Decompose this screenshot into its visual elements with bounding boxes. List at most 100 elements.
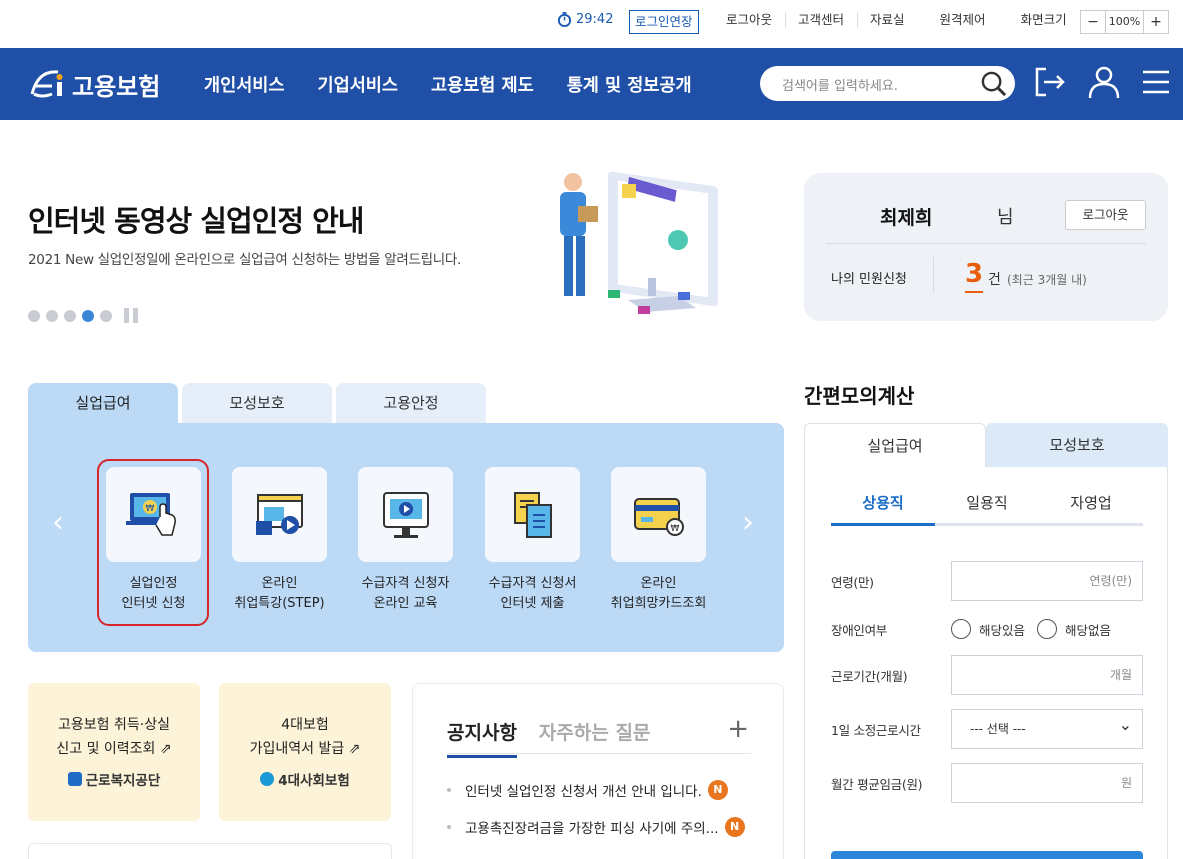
count-underline <box>965 291 983 293</box>
wage-row: 월간 평균임금(원) 원 <box>831 763 1143 803</box>
resources-link[interactable]: 자료실 <box>857 12 918 28</box>
age-input[interactable]: 연령(만) <box>951 561 1143 601</box>
pause-button[interactable] <box>124 308 138 323</box>
nav-statistics[interactable]: 통계 및 정보공개 <box>567 72 692 97</box>
search-icon[interactable] <box>980 70 1007 97</box>
disability-no-radio[interactable]: 해당없음 <box>1037 619 1111 639</box>
wage-input[interactable]: 원 <box>951 763 1143 803</box>
nav-personal[interactable]: 개인서비스 <box>204 72 285 97</box>
extend-login-button[interactable]: 로그인연장 <box>629 10 699 34</box>
calculator-title: 간편모의계산 <box>804 384 915 408</box>
logout-icon[interactable] <box>1032 64 1068 100</box>
search-input[interactable]: 검색어를 입력하세요. <box>782 75 898 94</box>
hours-label: 1일 소정근로시간 <box>831 722 921 738</box>
card-line2: 신고 및 이력조회 <box>56 741 156 757</box>
service-tabs: 실업급여 모성보호 고용안정 <box>28 383 486 423</box>
request-count[interactable]: 3 <box>965 259 983 289</box>
service-item-application-submit[interactable]: 수급자격 신청서 인터넷 제출 <box>485 467 580 614</box>
service-item-hope-card[interactable]: ₩ 온라인 취업희망카드조회 <box>611 467 706 614</box>
zoom-out-button[interactable]: − <box>1081 11 1105 33</box>
service-label: 온라인 <box>640 576 677 591</box>
video-lecture-icon <box>255 493 303 535</box>
menu-icon[interactable] <box>1138 64 1174 100</box>
logout-link[interactable]: 로그아웃 <box>714 12 785 28</box>
new-badge: N <box>707 780 728 800</box>
calculator-tabs: 실업급여 모성보호 <box>804 423 1168 468</box>
notice-text: 고용촉진장려금을 가장한 피싱 사기에 주의... <box>465 821 719 837</box>
pause-icon <box>124 308 129 323</box>
slide-dot[interactable] <box>46 309 58 322</box>
four-insurance-card[interactable]: 4대보험 가입내역서 발급 ⇗ 4대사회보험 <box>219 683 391 821</box>
wage-label: 월간 평균임금(원) <box>831 776 923 792</box>
notice-list: 인터넷 실업인정 신청서 개선 안내 입니다. N 고용촉진장려금을 가장한 피싱… <box>447 780 751 854</box>
subtab-regular[interactable]: 상용직 <box>831 492 935 526</box>
subtab-daily[interactable]: 일용직 <box>935 492 1039 523</box>
user-icon[interactable] <box>1086 64 1122 100</box>
age-label: 연령(만) <box>831 574 874 590</box>
search-box[interactable]: 검색어를 입력하세요. <box>760 66 1015 101</box>
main-nav: 개인서비스 기업서비스 고용보험 제도 통계 및 정보공개 <box>204 72 692 97</box>
user-card: 최제희 님 로그아웃 나의 민원신청 3 건 (최근 3개월 내) <box>804 173 1168 321</box>
nav-system[interactable]: 고용보험 제도 <box>431 72 534 97</box>
more-plus-icon[interactable]: + <box>727 714 749 744</box>
screen-size-label: 화면크기 <box>1020 12 1067 27</box>
nav-business[interactable]: 기업서비스 <box>318 72 399 97</box>
resume-illustration <box>560 171 718 314</box>
utility-bar: 29:42 로그인연장 로그아웃 고객센터 자료실 원격제어 화면크기 − 10… <box>0 0 1183 48</box>
insurance-history-card[interactable]: 고용보험 취득·상실 신고 및 이력조회 ⇗ 근로복지공단 <box>28 683 200 821</box>
four-insurance-logo-icon <box>260 772 275 786</box>
disability-yes-radio[interactable]: 해당있음 <box>951 619 1025 639</box>
zoom-value: 100% <box>1105 11 1144 33</box>
service-item-online-lecture[interactable]: 온라인 취업특강(STEP) <box>232 467 327 614</box>
highlight-outline <box>97 459 209 626</box>
user-name: 최제희 <box>880 207 933 229</box>
tab-employment-stability[interactable]: 고용안정 <box>336 383 486 423</box>
period-label: 근로기간(개월) <box>831 668 908 684</box>
utility-links: 로그아웃 고객센터 자료실 원격제어 화면크기 <box>714 12 1080 28</box>
prev-arrow-button[interactable]: ‹ <box>52 505 64 540</box>
slide-dot[interactable] <box>100 309 112 322</box>
divider <box>826 243 1146 244</box>
calculator-panel: 상용직 일용직 자영업 연령(만) 연령(만) 장애인여부 해당있음 해당없음 … <box>804 467 1168 859</box>
card-logout-button[interactable]: 로그아웃 <box>1065 200 1146 230</box>
calculate-button[interactable] <box>831 851 1143 859</box>
zoom-control: − 100% + <box>1080 10 1169 34</box>
lower-card <box>28 843 392 859</box>
slide-dot[interactable] <box>28 309 40 322</box>
monitor-play-icon <box>382 491 429 538</box>
worker-type-tabs: 상용직 일용직 자영업 <box>831 492 1143 526</box>
calc-tab-maternity[interactable]: 모성보호 <box>986 423 1168 468</box>
slide-dot[interactable] <box>64 309 76 322</box>
remote-control-link[interactable]: 원격제어 <box>918 12 999 28</box>
zoom-in-button[interactable]: + <box>1144 11 1168 33</box>
notice-item[interactable]: 고용촉진장려금을 가장한 피싱 사기에 주의... N <box>447 817 751 837</box>
request-unit: 건 <box>988 272 1001 288</box>
tab-unemployment[interactable]: 실업급여 <box>28 383 178 423</box>
period-row: 근로기간(개월) 개월 <box>831 655 1143 695</box>
tab-notices[interactable]: 공지사항 <box>447 718 517 758</box>
period-input[interactable]: 개월 <box>951 655 1143 695</box>
card-org: 4대사회보험 <box>278 773 350 789</box>
subtab-self-employed[interactable]: 자영업 <box>1039 492 1143 523</box>
external-link-icon: ⇗ <box>348 741 361 757</box>
service-item-online-education[interactable]: 수급자격 신청자 온라인 교육 <box>358 467 453 614</box>
customer-center-link[interactable]: 고객센터 <box>785 12 857 28</box>
my-requests-label: 나의 민원신청 <box>831 272 907 287</box>
card-line1: 4대보험 <box>281 717 329 733</box>
notice-text: 인터넷 실업인정 신청서 개선 안내 입니다. <box>465 784 702 800</box>
divider <box>933 257 934 293</box>
service-label: 취업희망카드조회 <box>610 596 707 611</box>
tab-faq[interactable]: 자주하는 질문 <box>539 718 651 758</box>
next-arrow-button[interactable]: › <box>742 505 754 540</box>
session-timer: 29:42 <box>557 12 613 27</box>
tab-maternity[interactable]: 모성보호 <box>182 383 332 423</box>
slide-dot-active[interactable] <box>82 309 94 322</box>
external-link-icon: ⇗ <box>159 741 172 757</box>
notice-board: 공지사항 자주하는 질문 + 인터넷 실업인정 신청서 개선 안내 입니다. N … <box>412 683 784 859</box>
hours-select[interactable]: --- 선택 --- <box>951 706 1143 749</box>
calc-tab-unemployment[interactable]: 실업급여 <box>804 423 986 468</box>
notice-item[interactable]: 인터넷 실업인정 신청서 개선 안내 입니다. N <box>447 780 751 800</box>
hero-title[interactable]: 인터넷 동영상 실업인정 안내 <box>28 198 364 240</box>
hours-row: 1일 소정근로시간 --- 선택 --- <box>831 706 1143 749</box>
site-logo[interactable]: 고용보험 <box>28 64 160 104</box>
